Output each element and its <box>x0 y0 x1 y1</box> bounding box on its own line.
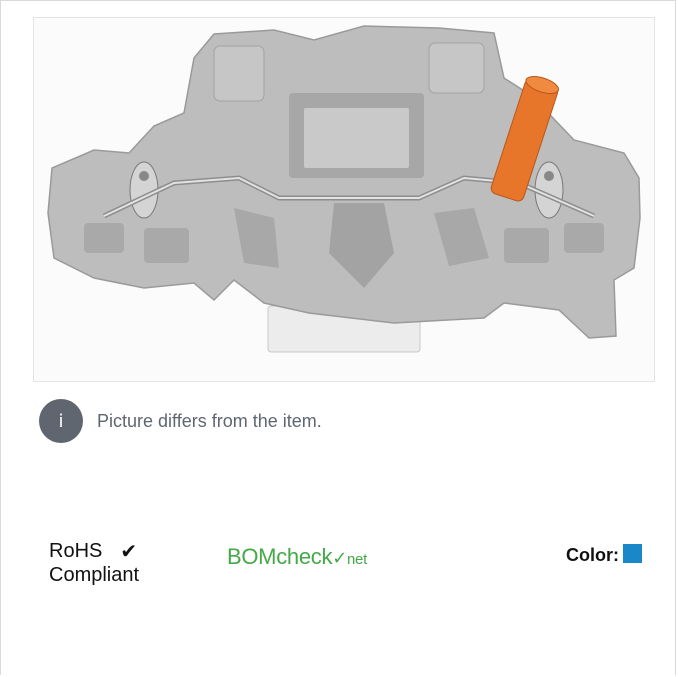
product-image <box>33 17 655 382</box>
bomcheck-net: net <box>346 551 367 568</box>
rohs-label: RoHS <box>49 540 103 562</box>
rohs-compliant-label: Compliant <box>49 564 140 586</box>
notice-text: Picture differs from the item. <box>97 410 322 431</box>
bomcheck-check-icon: ✓ <box>332 548 347 569</box>
bomcheck-logo[interactable]: BOMcheck✓net <box>227 544 367 570</box>
picture-notice: i Picture differs from the item. <box>39 395 322 447</box>
info-icon: i <box>39 399 83 443</box>
color-indicator: Color: <box>566 544 642 566</box>
color-swatch <box>623 544 642 563</box>
bomcheck-wordmark: BOMcheck <box>227 544 333 569</box>
product-panel: i Picture differs from the item. RoHS ✔ … <box>0 0 676 675</box>
rohs-compliance: RoHS ✔ Compliant <box>49 539 189 587</box>
checkmark-icon: ✔ <box>120 539 138 563</box>
terminal-block-illustration <box>47 25 641 353</box>
color-label: Color: <box>566 545 619 565</box>
